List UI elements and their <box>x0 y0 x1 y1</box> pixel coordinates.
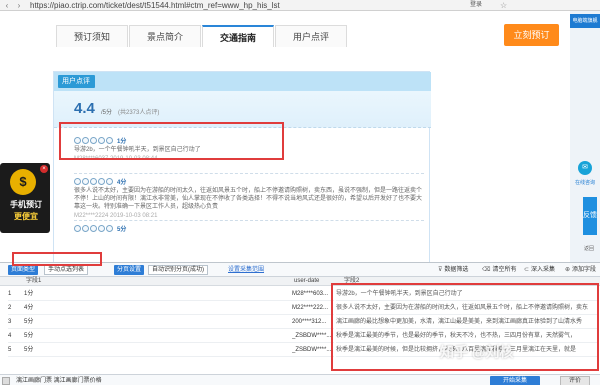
star-rating-icon <box>98 225 105 232</box>
deep-collect-button[interactable]: ⊂ 深入采集 <box>524 265 555 275</box>
star-rating-icon <box>90 178 97 185</box>
clear-all-button[interactable]: ⌫ 清空所有 <box>482 265 517 275</box>
add-field-button[interactable]: ⊕ 添加字段 <box>565 265 596 275</box>
mobile-promo-banner[interactable]: × $ 手机预订 更便宜 <box>0 163 50 233</box>
filter-icon: ⊽ <box>438 267 443 273</box>
online-consult-label[interactable]: 在线咨询 <box>570 179 600 186</box>
paging-tag: 分页设置 <box>114 265 145 275</box>
tab-booking-notes[interactable]: 预订须知 <box>56 25 128 47</box>
star-rating-icon <box>82 178 89 185</box>
review-score: 5分 <box>117 227 127 233</box>
table-cell[interactable]: 4分 <box>24 301 292 315</box>
average-score: 4.4 <box>74 100 95 117</box>
right-sidebar: 电脑端旗舰 ✉ 在线咨询 反馈 返回 <box>570 11 600 262</box>
table-cell[interactable]: _ZSBDW****... <box>292 329 334 343</box>
table-cell[interactable]: 5分 <box>24 329 292 343</box>
checkbox-icon[interactable] <box>2 377 10 385</box>
back-to-top-link[interactable]: 返回 <box>584 245 594 252</box>
star-rating-icon <box>106 178 113 185</box>
login-link[interactable]: 登录 <box>470 0 482 11</box>
scraper-statusbar: 漓江画廊门票 漓江画廊门票价格 开始采集 评价 <box>0 374 600 385</box>
highlight-box-review <box>59 122 284 160</box>
page-type-tag: 页面类型 <box>8 265 39 275</box>
trash-icon: ⌫ <box>482 267 491 273</box>
review-meta: M22****2224 2019-10-03 08:21 <box>74 213 158 219</box>
comments-header-label: 用户点评 <box>58 75 95 88</box>
start-collect-button[interactable]: 开始采集 <box>490 376 540 385</box>
address-bar: ‹ › https://piao.ctrip.com/ticket/dest/t… <box>0 0 600 11</box>
row-index: 1 <box>8 287 24 301</box>
tab-scenic-intro[interactable]: 景点简介 <box>129 25 201 47</box>
review-divider <box>74 220 424 221</box>
promo-line2: 更便宜 <box>14 212 38 221</box>
feedback-tab[interactable]: 反馈 <box>583 197 597 235</box>
promo-line1: 手机预订 <box>10 200 42 209</box>
star-rating-icon <box>98 178 105 185</box>
tab-user-reviews[interactable]: 用户点评 <box>275 25 347 47</box>
table-cell[interactable]: 5分 <box>24 343 292 357</box>
table-cell[interactable]: 200****312... <box>292 315 334 329</box>
tab-bar: 预订须知 景点简介 交通指南 用户点评 <box>56 25 348 47</box>
star-rating-icon <box>106 225 113 232</box>
filter-button[interactable]: ⊽ 数据筛选 <box>438 265 468 275</box>
row-index: 5 <box>8 343 24 357</box>
page-type-select[interactable]: 手动点选列表 <box>44 265 89 275</box>
star-icon[interactable]: ☆ <box>500 0 507 11</box>
score-unit: /5分 <box>101 110 113 116</box>
forward-icon[interactable]: › <box>14 1 24 10</box>
table-cell[interactable]: _ZSBDW****... <box>292 343 334 357</box>
chat-icon[interactable]: ✉ <box>578 161 592 175</box>
highlight-box-page-type <box>12 252 102 266</box>
review-button[interactable]: 评价 <box>560 376 590 385</box>
url-field[interactable]: https://piao.ctrip.com/ticket/dest/t5154… <box>30 0 280 11</box>
table-cell[interactable]: 1分 <box>24 287 292 301</box>
deepcollect-icon: ⊂ <box>524 267 530 273</box>
paging-select[interactable]: 自动识别分页(成功) <box>148 265 208 275</box>
review-divider <box>74 173 424 174</box>
review-stars: 4分 <box>74 177 424 186</box>
shopping-bag-icon: $ <box>10 169 36 195</box>
star-rating-icon <box>82 225 89 232</box>
status-path: 漓江画廊门票 漓江画廊门票价格 <box>16 378 102 384</box>
review-item: 4分 很多人说不太好，主要因为在游船的时间太久，往返如风景五个时，船上不停邀请购… <box>74 177 424 219</box>
back-icon[interactable]: ‹ <box>2 1 12 10</box>
comments-panel: 用户点评 4.4 /5分 (共2373人点评) 1分 导游2b，一个午餐钟吼半天… <box>53 71 431 262</box>
table-cell[interactable]: 5分 <box>24 315 292 329</box>
review-stars: 5分 <box>74 224 424 233</box>
desktop-flagship-link[interactable]: 电脑端旗舰 <box>570 14 600 28</box>
book-now-button[interactable]: 立刻预订 <box>504 24 559 46</box>
star-rating-icon <box>74 178 81 185</box>
table-header-field1[interactable]: 字段1 <box>24 277 292 286</box>
tab-transport-guide[interactable]: 交通指南 <box>202 25 274 47</box>
row-index: 2 <box>8 301 24 315</box>
review-score: 4分 <box>117 180 127 186</box>
watermark: 知乎 @刘核 <box>440 344 514 360</box>
review-text: 很多人说不太好，主要因为在游船的时间太久，往返如风景五个时，船上不停邀请购照树，… <box>74 188 423 210</box>
row-index: 4 <box>8 329 24 343</box>
star-rating-icon <box>90 225 97 232</box>
review-item: 5分 <box>74 224 424 233</box>
table-cell[interactable]: M28****603... <box>292 287 334 301</box>
comments-header: 用户点评 <box>54 72 431 91</box>
close-icon[interactable]: × <box>40 165 48 173</box>
table-cell[interactable]: M22****222... <box>292 301 334 315</box>
table-header-user-date[interactable]: user-date <box>292 277 334 286</box>
table-header-index <box>0 277 24 286</box>
star-rating-icon <box>74 225 81 232</box>
collect-range-link[interactable]: 设置采集范围 <box>228 265 264 275</box>
row-index: 3 <box>8 315 24 329</box>
addfield-icon: ⊕ <box>565 267 571 273</box>
review-count: (共2373人点评) <box>118 110 160 116</box>
